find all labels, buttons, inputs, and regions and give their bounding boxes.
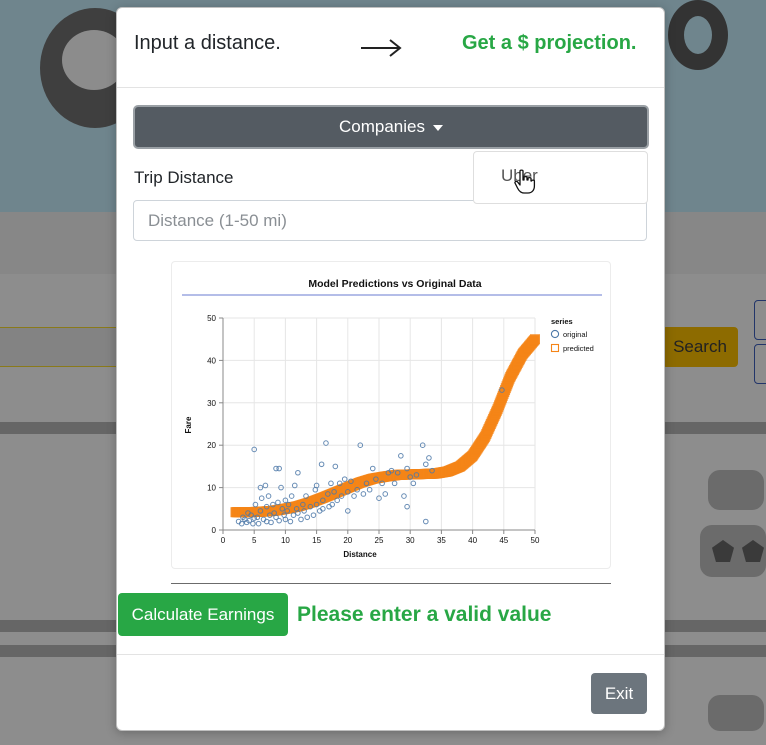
companies-dropdown-menu: Uber <box>473 151 648 204</box>
original-point <box>318 461 325 468</box>
x-tick-label: 40 <box>468 536 477 545</box>
chart-legend: series original predicted <box>550 317 594 353</box>
background-blob <box>708 695 764 731</box>
distance-input[interactable] <box>133 200 647 241</box>
original-point <box>423 461 429 468</box>
original-point <box>295 469 301 476</box>
x-axis-title: Distance <box>343 550 377 559</box>
original-point <box>423 518 429 525</box>
chart-title: Model Predictions vs Original Data <box>308 278 481 290</box>
original-point <box>391 480 398 487</box>
x-tick-label: 30 <box>406 536 415 545</box>
x-tick-label: 25 <box>375 536 384 545</box>
caret-down-icon <box>433 125 443 131</box>
legend-title: series <box>551 317 573 326</box>
legend-marker-predicted <box>550 343 560 353</box>
companies-dropdown-label: Companies <box>339 117 425 136</box>
legend-label-original: original <box>563 330 588 339</box>
original-point <box>304 514 311 521</box>
original-point <box>265 493 272 499</box>
original-point <box>398 453 404 459</box>
x-tick-label: 35 <box>437 536 446 545</box>
original-point <box>276 517 282 524</box>
original-point <box>341 476 348 482</box>
x-tick-label: 15 <box>312 536 321 545</box>
original-point <box>351 493 357 499</box>
companies-dropdown-button[interactable]: Companies <box>133 105 649 149</box>
original-point <box>298 516 304 523</box>
chart-card: Model Predictions vs Original Data 0 5 10 1… <box>171 261 611 569</box>
original-point <box>332 463 339 470</box>
x-tick-label: 0 <box>221 536 226 545</box>
x-tick-label: 20 <box>343 536 352 545</box>
x-tick-label: 10 <box>281 536 290 545</box>
original-point <box>328 480 334 487</box>
predicted-point <box>530 334 540 345</box>
original-point <box>276 465 282 472</box>
original-point <box>255 520 262 527</box>
background-search-input <box>0 327 120 367</box>
y-tick-label: 10 <box>207 484 216 493</box>
original-point <box>401 493 407 499</box>
exit-button[interactable]: Exit <box>591 673 647 714</box>
status-message: Please enter a valid value <box>297 603 552 626</box>
original-point <box>291 482 298 489</box>
y-tick-label: 0 <box>212 526 217 535</box>
original-point <box>334 497 340 504</box>
background-blob <box>708 470 764 510</box>
background-side-button <box>754 344 766 384</box>
original-point <box>366 486 373 493</box>
original-point <box>360 491 367 497</box>
modal-footer-divider <box>117 654 664 655</box>
original-point <box>426 455 432 461</box>
original-point <box>369 465 376 472</box>
original-point <box>310 512 317 518</box>
x-tick-label: 5 <box>252 536 257 545</box>
modal-header: Input a distance. Get a $ projection. <box>117 8 664 88</box>
original-point <box>288 493 295 499</box>
model-predictions-chart: Model Predictions vs Original Data 0 5 10 1… <box>182 278 602 559</box>
y-axis-title: Fare <box>184 416 193 433</box>
original-point <box>323 440 329 446</box>
legend-label-predicted: predicted <box>563 344 594 353</box>
original-point <box>258 495 265 501</box>
modal-subtitle: Get a $ projection. <box>462 32 637 54</box>
trip-distance-label: Trip Distance <box>134 168 234 187</box>
projection-modal: Input a distance. Get a $ projection. Co… <box>116 7 665 731</box>
y-tick-label: 40 <box>207 356 216 365</box>
background-search-button: Search <box>662 327 738 367</box>
section-divider <box>171 583 611 584</box>
original-point <box>287 518 294 525</box>
long-right-arrow-icon <box>361 39 402 57</box>
original-point <box>268 519 274 526</box>
original-point <box>275 499 281 506</box>
x-tick-label: 50 <box>531 536 540 545</box>
original-point <box>404 503 410 510</box>
calculate-earnings-button[interactable]: Calculate Earnings <box>118 593 288 636</box>
predicted-series <box>230 334 540 518</box>
legend-marker-original <box>550 329 560 339</box>
original-point <box>290 512 297 518</box>
y-tick-label: 30 <box>207 399 216 408</box>
original-point <box>262 482 269 489</box>
y-tick-label: 20 <box>207 441 216 450</box>
background-logo-art <box>668 0 728 70</box>
background-side-button <box>754 300 766 340</box>
y-tick-label: 50 <box>207 314 216 323</box>
modal-title: Input a distance. <box>134 32 281 54</box>
hand-pointer-icon <box>514 169 536 194</box>
original-point <box>410 480 417 487</box>
original-point <box>382 491 389 497</box>
x-tick-label: 45 <box>499 536 508 545</box>
